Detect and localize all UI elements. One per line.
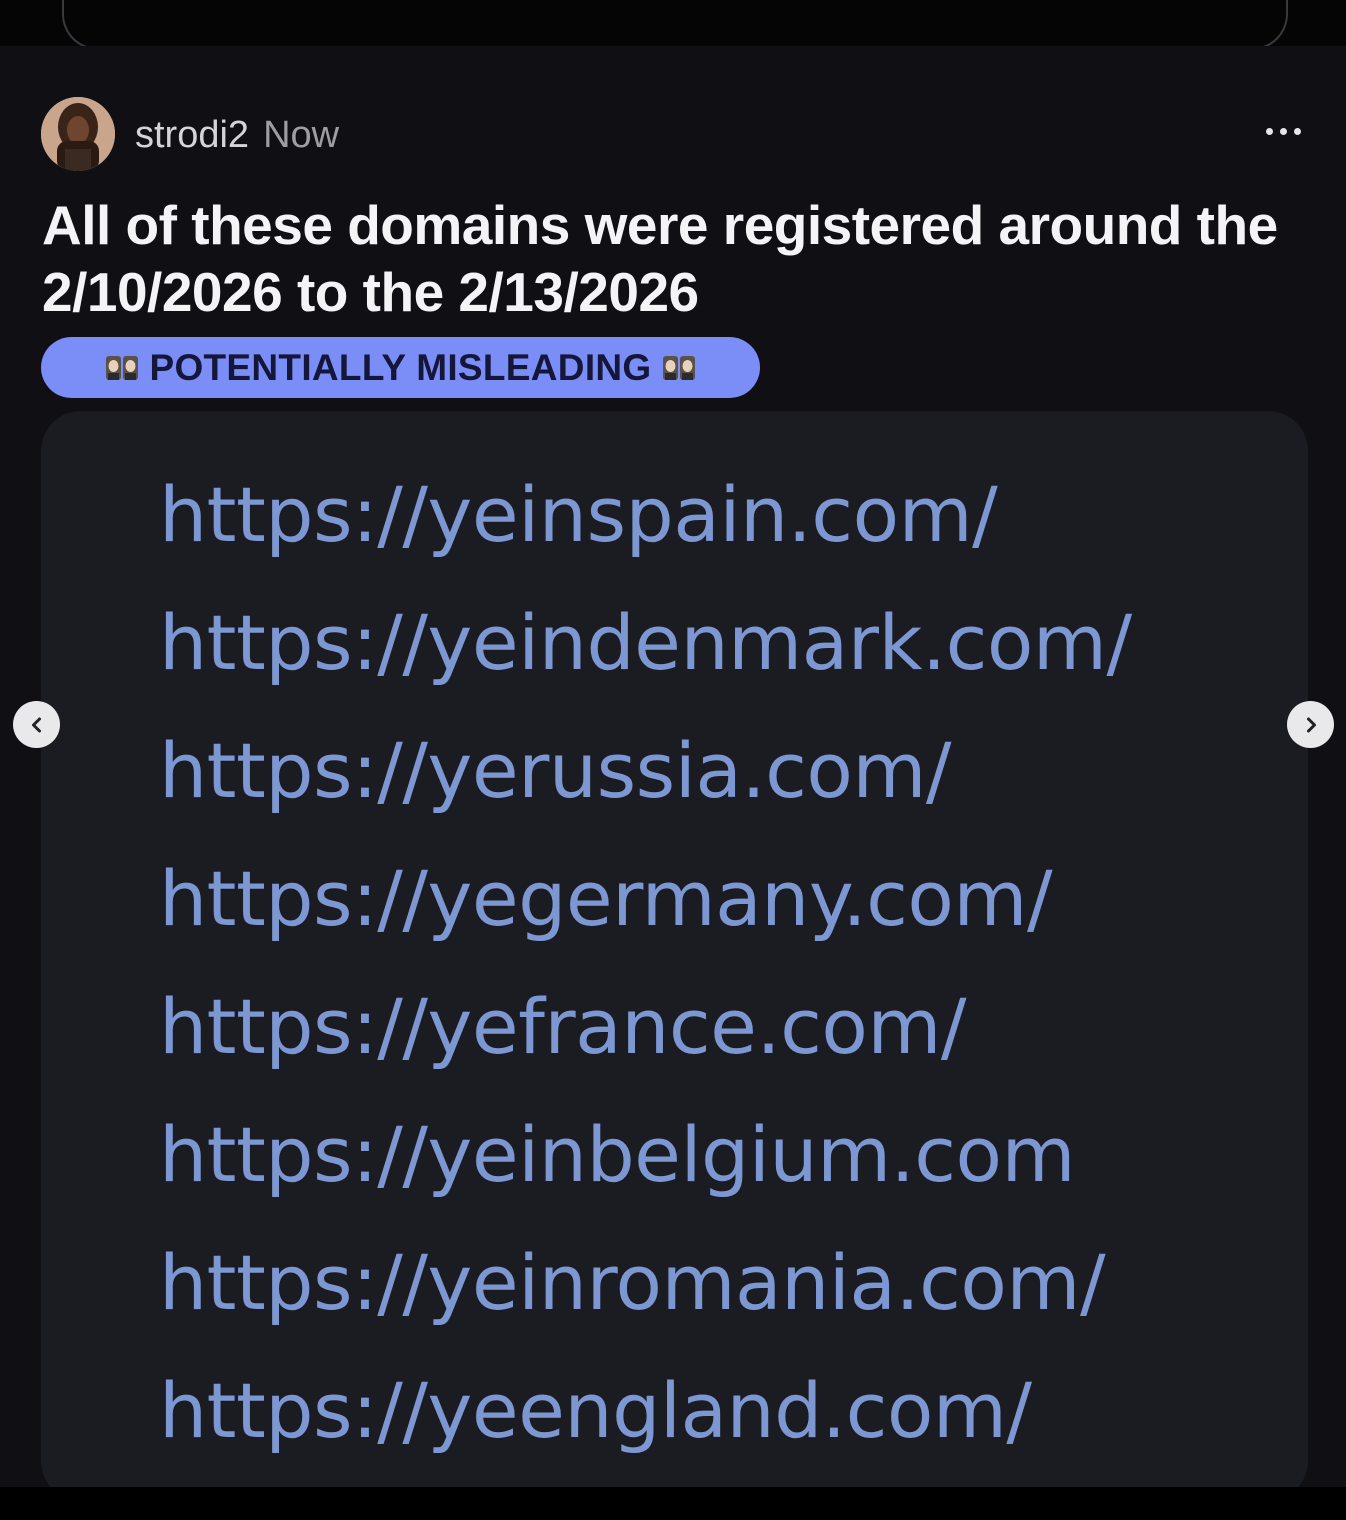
more-dot	[1280, 128, 1287, 135]
previous-image-button[interactable]	[13, 701, 60, 748]
username[interactable]: strodi2	[135, 114, 249, 156]
url-item: https://yerussia.com/	[159, 726, 952, 815]
chevron-left-icon	[31, 717, 41, 732]
url-item: https://yeinbelgium.com	[159, 1110, 1076, 1199]
more-dot	[1266, 128, 1273, 135]
bottom-strip	[0, 1487, 1346, 1520]
flair-label: POTENTIALLY MISLEADING	[149, 346, 652, 388]
avatar-image	[41, 97, 115, 171]
url-item: https://yeinspain.com/	[159, 470, 998, 559]
url-item: https://yeengland.com/	[159, 1366, 1032, 1455]
url-item: https://yeindenmark.com/	[159, 598, 1132, 687]
post-author: strodi2 Now	[135, 113, 339, 157]
url-item: https://yegermany.com/	[159, 854, 1053, 943]
more-dot	[1294, 128, 1301, 135]
chevron-right-icon	[1306, 717, 1316, 732]
more-options-button[interactable]	[1262, 116, 1306, 146]
next-image-button[interactable]	[1287, 701, 1334, 748]
previous-post-card-edge	[62, 0, 1288, 50]
two-faces-emoji-icon	[662, 353, 696, 383]
two-faces-emoji-icon	[105, 353, 139, 383]
previous-post-strip	[0, 0, 1346, 50]
flair-badge[interactable]: POTENTIALLY MISLEADING	[41, 337, 760, 398]
post-time: Now	[263, 114, 340, 156]
url-item: https://yeinromania.com/	[159, 1238, 1106, 1327]
post-title[interactable]: All of these domains were registered aro…	[42, 192, 1312, 326]
url-item: https://yefrance.com/	[159, 982, 967, 1071]
url-list: https://yeinspain.com/ https://yeindenma…	[159, 451, 1132, 1475]
post-image[interactable]: https://yeinspain.com/ https://yeindenma…	[41, 411, 1308, 1501]
page: strodi2 Now All of these domains were reg…	[0, 0, 1346, 1520]
avatar[interactable]	[41, 97, 115, 171]
